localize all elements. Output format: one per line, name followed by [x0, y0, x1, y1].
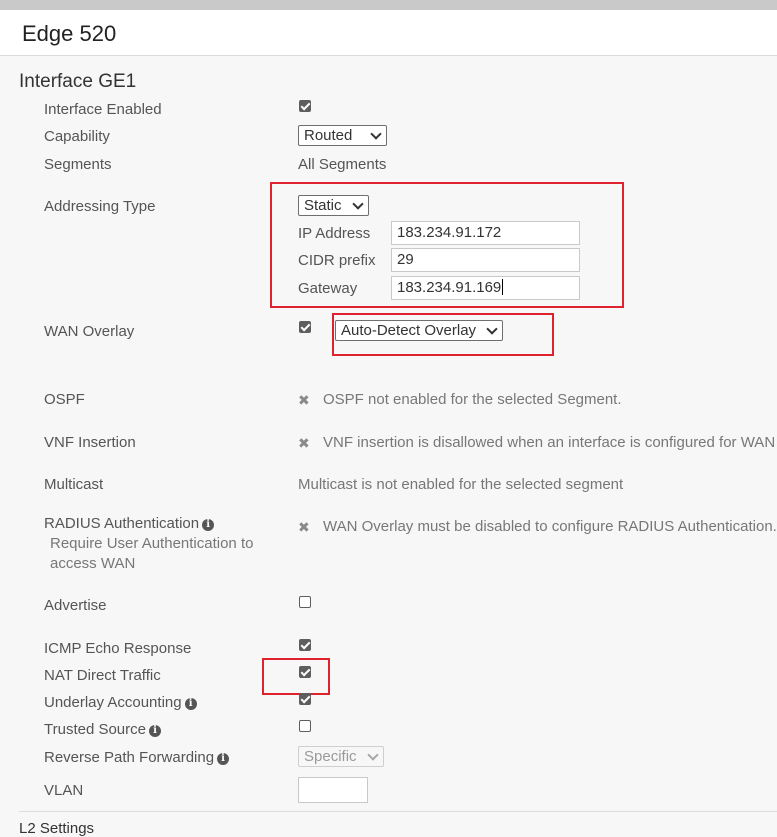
multicast-label: Multicast: [44, 476, 104, 493]
segments-value: All Segments: [298, 156, 387, 173]
trusted-source-label: Trusted Source i: [44, 721, 161, 738]
icmp-echo-checkbox[interactable]: [299, 639, 311, 651]
page-title: Edge 520: [22, 21, 117, 46]
underlay-label-text: Underlay Accounting: [44, 694, 182, 711]
nat-direct-label: NAT Direct Traffic: [44, 667, 161, 684]
radius-label-text: RADIUS Authentication: [44, 515, 200, 532]
addressing-type-label: Addressing Type: [44, 198, 156, 215]
interface-enabled-label: Interface Enabled: [44, 101, 162, 118]
info-icon[interactable]: i: [202, 519, 215, 531]
vnf-note: VNF insertion is disallowed when an inte…: [323, 434, 776, 451]
ospf-label: OSPF: [44, 391, 85, 408]
vlan-label: VLAN: [44, 782, 84, 799]
radius-note: WAN Overlay must be disabled to configur…: [323, 518, 777, 535]
advertise-checkbox[interactable]: [299, 596, 311, 608]
capability-select[interactable]: Routed: [298, 125, 387, 146]
top-bar: [0, 0, 777, 10]
x-icon: ✖: [298, 519, 310, 535]
ospf-note: OSPF not enabled for the selected Segmen…: [323, 391, 622, 408]
section-title: Interface GE1: [19, 71, 137, 92]
interface-enabled-checkbox[interactable]: [299, 100, 311, 112]
info-icon[interactable]: i: [217, 753, 230, 765]
multicast-note: Multicast is not enabled for the selecte…: [298, 476, 624, 493]
rpf-label-text: Reverse Path Forwarding: [44, 749, 215, 766]
advertise-label: Advertise: [44, 597, 107, 614]
wan-overlay-label: WAN Overlay: [44, 323, 135, 340]
trusted-label-text: Trusted Source: [44, 721, 146, 738]
rpf-select[interactable]: Specific: [298, 746, 384, 767]
radius-authentication-label: RADIUS Authentication i: [44, 515, 215, 532]
chevron-down-icon: [370, 128, 382, 140]
vlan-input[interactable]: [298, 777, 368, 803]
info-icon[interactable]: i: [184, 698, 197, 710]
capability-select-value: Routed: [304, 127, 353, 144]
rpf-select-value: Specific: [304, 748, 357, 765]
underlay-accounting-label: Underlay Accounting i: [44, 694, 197, 711]
radius-sublabel: Require User Authentication to access WA…: [50, 535, 254, 572]
section-divider: [19, 811, 777, 812]
segments-label: Segments: [44, 156, 112, 173]
underlay-accounting-checkbox[interactable]: [299, 693, 311, 705]
wan-overlay-highlight-box: [332, 313, 554, 356]
rpf-label: Reverse Path Forwarding i: [44, 749, 230, 766]
x-icon: ✖: [298, 435, 310, 451]
x-icon: ✖: [298, 392, 310, 408]
vnf-insertion-label: VNF Insertion: [44, 434, 136, 451]
trusted-source-checkbox[interactable]: [299, 720, 311, 732]
addressing-highlight-box: [270, 182, 624, 308]
header-bar: Edge 520: [0, 10, 777, 56]
icmp-echo-label: ICMP Echo Response: [44, 640, 192, 657]
info-icon[interactable]: i: [149, 725, 161, 737]
capability-label: Capability: [44, 128, 110, 145]
l2-settings-title: L2 Settings: [19, 820, 95, 837]
chevron-down-icon: [367, 749, 379, 761]
nat-direct-highlight-box: [262, 658, 330, 695]
wan-overlay-checkbox[interactable]: [299, 321, 311, 333]
